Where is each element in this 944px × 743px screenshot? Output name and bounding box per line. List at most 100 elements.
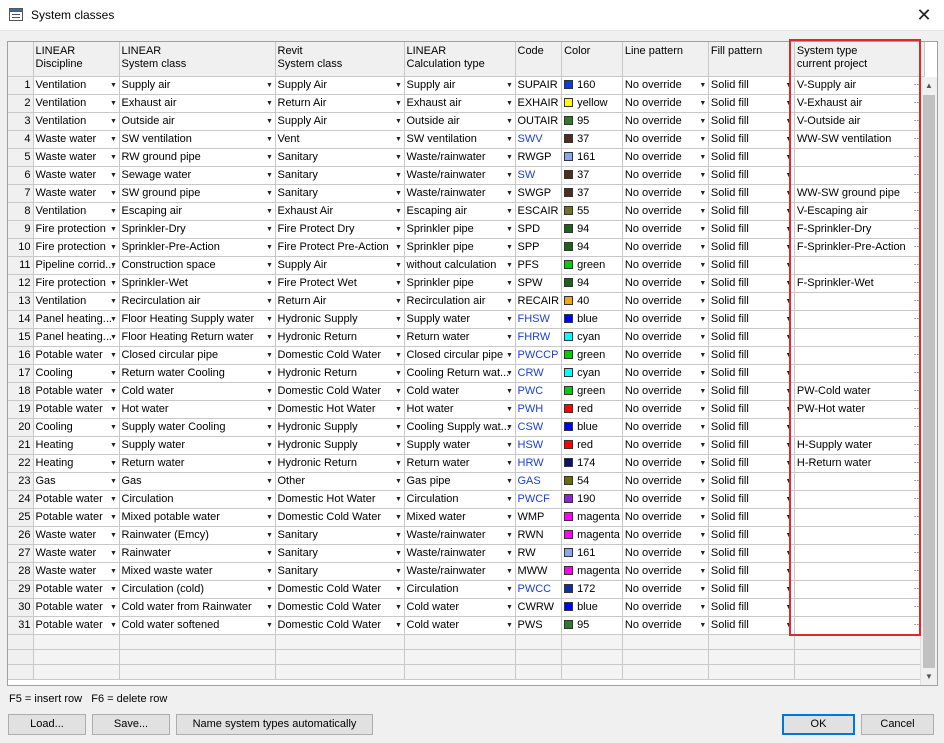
dropdown-arrow-icon[interactable]: ▼ xyxy=(785,530,793,542)
fill-pattern-cell[interactable]: Solid fill ▼ xyxy=(708,490,795,509)
code-cell[interactable]: PWC xyxy=(515,382,563,401)
linear-class-cell[interactable]: Floor Heating Return water ▼ xyxy=(119,328,276,347)
dropdown-arrow-icon[interactable]: ▼ xyxy=(785,296,793,308)
dropdown-arrow-icon[interactable]: ▼ xyxy=(395,188,403,200)
fill-pattern-cell[interactable]: Solid fill ▼ xyxy=(708,256,795,275)
dropdown-arrow-icon[interactable]: ▼ xyxy=(110,242,118,254)
load-button[interactable]: Load... xyxy=(8,714,86,735)
revit-class-cell[interactable]: Sanitary ▼ xyxy=(275,544,405,563)
dropdown-arrow-icon[interactable]: ▼ xyxy=(699,620,707,632)
dropdown-arrow-icon[interactable]: ▼ xyxy=(110,404,118,416)
dropdown-arrow-icon[interactable]: ▼ xyxy=(785,206,793,218)
revit-class-cell[interactable]: Domestic Hot Water ▼ xyxy=(275,400,405,419)
dropdown-arrow-icon[interactable]: ▼ xyxy=(266,458,274,470)
dropdown-arrow-icon[interactable]: ▼ xyxy=(266,314,274,326)
dropdown-arrow-icon[interactable]: ▼ xyxy=(785,116,793,128)
color-cell[interactable]: 37 xyxy=(561,166,623,185)
dropdown-arrow-icon[interactable]: ▼ xyxy=(785,386,793,398)
revit-class-cell[interactable]: Domestic Hot Water ▼ xyxy=(275,490,405,509)
code-cell[interactable]: SWV xyxy=(515,130,563,149)
linear-class-cell[interactable]: Construction space ▼ xyxy=(119,256,276,275)
revit-class-cell[interactable]: Domestic Cold Water ▼ xyxy=(275,346,405,365)
dropdown-arrow-icon[interactable]: ▼ xyxy=(395,80,403,92)
calculation-type-cell[interactable]: Sprinkler pipe ▼ xyxy=(404,238,516,257)
line-pattern-cell[interactable]: No override ▼ xyxy=(622,418,709,437)
code-cell[interactable]: PWCC xyxy=(515,580,563,599)
system-type-cell[interactable]: V-Escaping air… xyxy=(794,202,925,221)
dropdown-arrow-icon[interactable]: ▼ xyxy=(785,134,793,146)
discipline-cell[interactable]: Potable water ▼ xyxy=(33,508,120,527)
line-pattern-cell[interactable]: No override ▼ xyxy=(622,472,709,491)
system-type-cell[interactable]: … xyxy=(794,418,925,437)
linear-class-cell[interactable]: SW ventilation ▼ xyxy=(119,130,276,149)
dropdown-arrow-icon[interactable]: ▼ xyxy=(110,512,118,524)
revit-class-cell[interactable]: Return Air ▼ xyxy=(275,94,405,113)
row-number[interactable]: 9 xyxy=(8,220,34,239)
system-type-cell[interactable]: F-Sprinkler-Pre-Action… xyxy=(794,238,925,257)
code-cell[interactable]: FHSW xyxy=(515,310,563,329)
line-pattern-cell[interactable]: No override ▼ xyxy=(622,544,709,563)
fill-pattern-cell[interactable]: Solid fill ▼ xyxy=(708,562,795,581)
fill-pattern-cell[interactable]: Solid fill ▼ xyxy=(708,112,795,131)
dropdown-arrow-icon[interactable]: ▼ xyxy=(110,206,118,218)
calculation-type-cell[interactable]: SW ventilation ▼ xyxy=(404,130,516,149)
dropdown-arrow-icon[interactable]: ▼ xyxy=(266,386,274,398)
dropdown-arrow-icon[interactable]: ▼ xyxy=(506,134,514,146)
dropdown-arrow-icon[interactable]: ▼ xyxy=(785,170,793,182)
dropdown-arrow-icon[interactable]: ▼ xyxy=(110,368,118,380)
dropdown-arrow-icon[interactable]: ▼ xyxy=(785,494,793,506)
color-cell[interactable]: 174 xyxy=(561,454,623,473)
color-cell[interactable]: 94 xyxy=(561,220,623,239)
discipline-cell[interactable]: Waste water ▼ xyxy=(33,166,120,185)
calculation-type-cell[interactable]: Return water ▼ xyxy=(404,328,516,347)
line-pattern-cell[interactable]: No override ▼ xyxy=(622,454,709,473)
code-cell[interactable]: RWGP xyxy=(515,148,563,167)
line-pattern-cell[interactable]: No override ▼ xyxy=(622,202,709,221)
dropdown-arrow-icon[interactable]: ▼ xyxy=(395,386,403,398)
code-cell[interactable]: PWS xyxy=(515,616,563,635)
discipline-cell[interactable]: Pipeline corrid... ▼ xyxy=(33,256,120,275)
fill-pattern-cell[interactable]: Solid fill ▼ xyxy=(708,184,795,203)
code-cell[interactable]: HSW xyxy=(515,436,563,455)
dropdown-arrow-icon[interactable]: ▼ xyxy=(395,206,403,218)
dropdown-arrow-icon[interactable]: ▼ xyxy=(395,170,403,182)
row-number[interactable]: 8 xyxy=(8,202,34,221)
line-pattern-cell[interactable]: No override ▼ xyxy=(622,580,709,599)
code-cell[interactable]: PWCF xyxy=(515,490,563,509)
calculation-type-cell[interactable]: Circulation ▼ xyxy=(404,580,516,599)
code-cell[interactable]: SPP xyxy=(515,238,563,257)
linear-class-cell[interactable]: Circulation (cold) ▼ xyxy=(119,580,276,599)
system-type-cell[interactable]: … xyxy=(794,472,925,491)
fill-pattern-cell[interactable]: Solid fill ▼ xyxy=(708,598,795,617)
dropdown-arrow-icon[interactable]: ▼ xyxy=(785,368,793,380)
dropdown-arrow-icon[interactable]: ▼ xyxy=(699,350,707,362)
dropdown-arrow-icon[interactable]: ▼ xyxy=(395,368,403,380)
discipline-cell[interactable]: Waste water ▼ xyxy=(33,130,120,149)
system-type-cell[interactable]: H-Supply water… xyxy=(794,436,925,455)
dropdown-arrow-icon[interactable]: ▼ xyxy=(699,494,707,506)
calculation-type-cell[interactable]: Waste/rainwater ▼ xyxy=(404,166,516,185)
row-number[interactable]: 7 xyxy=(8,184,34,203)
dropdown-arrow-icon[interactable]: ▼ xyxy=(110,602,118,614)
calculation-type-cell[interactable]: Waste/rainwater ▼ xyxy=(404,562,516,581)
discipline-cell[interactable]: Waste water ▼ xyxy=(33,544,120,563)
dropdown-arrow-icon[interactable]: ▼ xyxy=(395,242,403,254)
revit-class-cell[interactable]: Other ▼ xyxy=(275,472,405,491)
revit-class-cell[interactable]: Supply Air ▼ xyxy=(275,76,405,95)
revit-class-cell[interactable]: Domestic Cold Water ▼ xyxy=(275,508,405,527)
calculation-type-cell[interactable]: Outside air ▼ xyxy=(404,112,516,131)
color-cell[interactable]: cyan xyxy=(561,328,623,347)
calculation-type-cell[interactable]: Cooling Supply wat... ▼ xyxy=(404,418,516,437)
dropdown-arrow-icon[interactable]: ▼ xyxy=(395,98,403,110)
line-pattern-cell[interactable]: No override ▼ xyxy=(622,220,709,239)
dropdown-arrow-icon[interactable]: ▼ xyxy=(110,440,118,452)
system-type-cell[interactable]: WW-SW ground pipe… xyxy=(794,184,925,203)
discipline-cell[interactable]: Panel heating... ▼ xyxy=(33,328,120,347)
row-number[interactable]: 15 xyxy=(8,328,34,347)
revit-class-cell[interactable]: Hydronic Return ▼ xyxy=(275,454,405,473)
color-cell[interactable]: magenta xyxy=(561,562,623,581)
system-type-cell[interactable]: … xyxy=(794,148,925,167)
revit-class-cell[interactable]: Fire Protect Dry ▼ xyxy=(275,220,405,239)
line-pattern-cell[interactable]: No override ▼ xyxy=(622,364,709,383)
discipline-cell[interactable]: Potable water ▼ xyxy=(33,616,120,635)
